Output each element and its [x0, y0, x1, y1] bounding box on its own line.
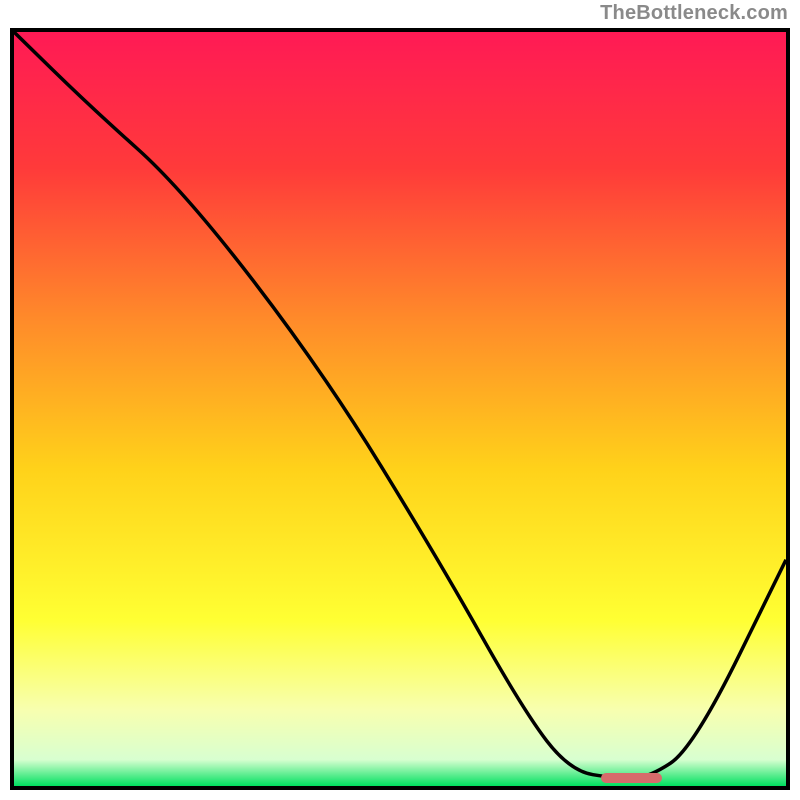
chart-root: TheBottleneck.com [0, 0, 800, 800]
plot-frame [10, 28, 790, 790]
optimal-range-marker [601, 773, 663, 783]
plot-svg [14, 32, 786, 786]
attribution-text: TheBottleneck.com [600, 2, 788, 25]
gradient-fill [14, 32, 786, 786]
